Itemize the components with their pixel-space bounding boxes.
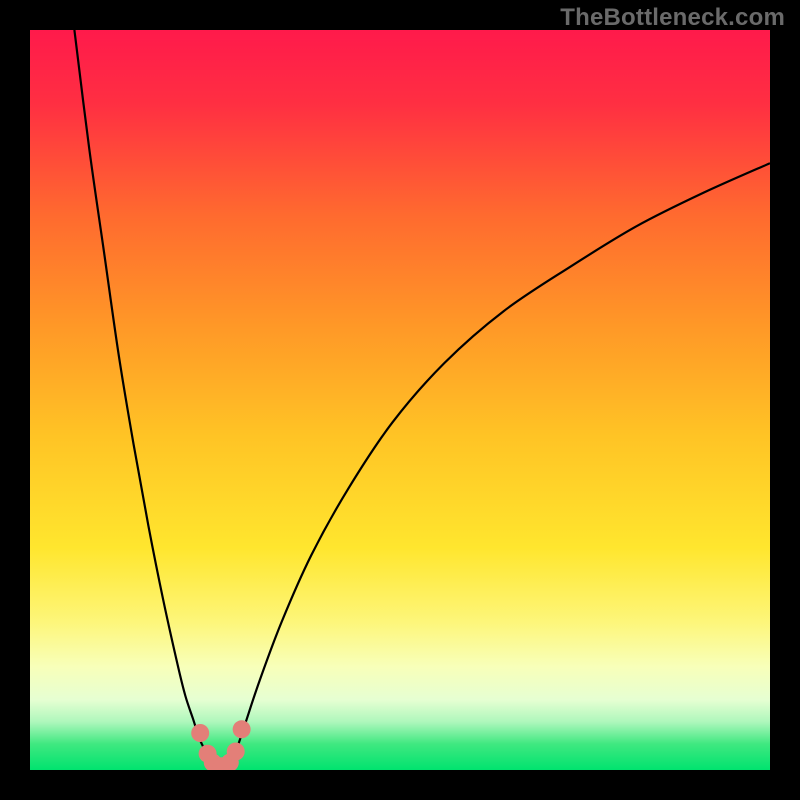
bottleneck-chart [30, 30, 770, 770]
valley-marker [191, 724, 209, 742]
watermark-text: TheBottleneck.com [560, 4, 785, 32]
plot-area [30, 30, 770, 770]
valley-marker [233, 720, 251, 738]
gradient-background [30, 30, 770, 770]
chart-frame: TheBottleneck.com [0, 0, 800, 800]
valley-marker [227, 743, 245, 761]
